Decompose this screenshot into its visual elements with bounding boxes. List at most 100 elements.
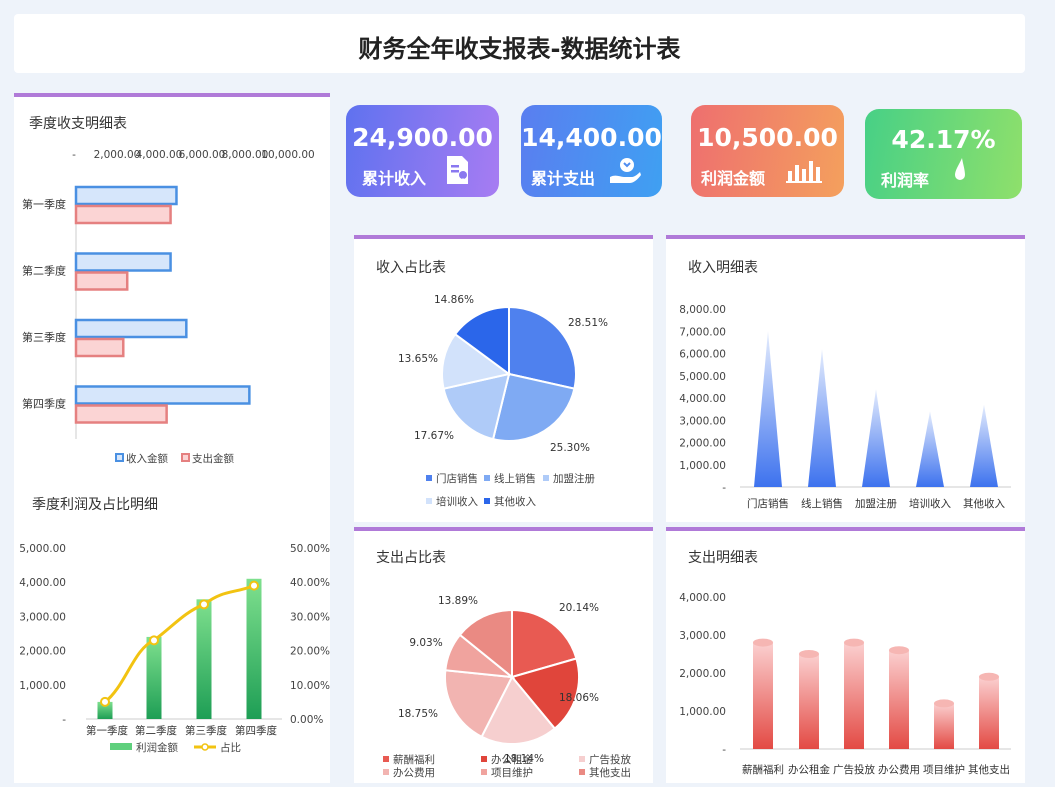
y2-tick-label: 40.00%: [290, 577, 330, 589]
category-label: 第一季度: [86, 724, 128, 737]
category-label: 办公租金: [788, 763, 830, 776]
legend-swatch-expense: [181, 453, 190, 462]
profit-chart-title: 季度利润及占比明细: [32, 497, 158, 513]
legend-label: 办公租金: [491, 753, 533, 766]
y-tick-label: 4,000.00: [19, 577, 66, 589]
slice-value-label: 20.14%: [559, 602, 599, 614]
legend-swatch: [383, 769, 389, 775]
slice-value-label: 18.75%: [398, 708, 438, 720]
kpi-card-income: 24,900.00 累计收入: [346, 105, 499, 197]
y-tick-label: 8,000.00: [679, 304, 726, 316]
category-label: 第一季度: [22, 197, 66, 211]
y-tick-label: 2,000.00: [679, 438, 726, 450]
x-tick-label: -: [72, 149, 76, 161]
income-bar: [862, 389, 890, 487]
expense-bar-cap: [889, 646, 909, 655]
hand-coin-icon: [608, 155, 642, 189]
slice-value-label: 13.65%: [398, 353, 438, 365]
expense-bar-cap: [844, 638, 864, 647]
category-label: 第四季度: [22, 397, 66, 411]
legend-swatch: [579, 769, 585, 775]
legend-swatch-income: [115, 453, 124, 462]
expense-pie-panel: 支出占比表 20.14% 18.06% 18.14% 18.75% 9.03% 13.89…: [354, 527, 653, 783]
legend-swatch: [484, 475, 490, 481]
y-tick-label: 6,000.00: [679, 349, 726, 361]
legend-label-income: 收入金额: [126, 452, 168, 465]
expense-detail-chart: 4,000.00 3,000.00 2,000.00 1,000.00 - 薪酬福利 办公租…: [679, 592, 1011, 776]
legend-swatch: [484, 498, 490, 504]
slice-value-label: 25.30%: [550, 442, 590, 454]
category-label: 第三季度: [185, 724, 227, 737]
expense-bar-cap: [934, 699, 954, 708]
expense-bar-cap: [799, 650, 819, 658]
income-bar: [74, 185, 178, 206]
y-tick-label: 3,000.00: [19, 611, 66, 623]
y-tick-label: 1,000.00: [679, 706, 726, 718]
invoice-icon: [445, 155, 471, 189]
profit-bar: [246, 578, 262, 719]
y-tick-label: 3,000.00: [679, 630, 726, 642]
expense-detail-panel: 支出明细表 4,000.00 3,000.00 2,000.00 1,000.00- 薪…: [666, 527, 1025, 783]
legend-swatch-profit: [110, 743, 132, 750]
y-tick-label: 1,000.00: [19, 680, 66, 692]
y2-tick-label: 0.00%: [290, 714, 323, 726]
legend-swatch: [426, 475, 432, 481]
y2-tick-label: 10.00%: [290, 680, 330, 692]
legend-label: 项目维护: [491, 766, 533, 779]
slice-value-label: 17.67%: [414, 430, 454, 442]
kpi-card-expense: 14,400.00 累计支出: [521, 105, 662, 197]
category-label: 其他支出: [968, 763, 1010, 776]
income-bar: [754, 331, 782, 487]
income-bar: [916, 411, 944, 487]
profit-chart: 5,000.00 4,000.00 3,000.00 2,000.00 1,000.00…: [19, 543, 330, 754]
kpi-value: 24,900.00: [352, 123, 493, 152]
y-tick-label: -: [62, 714, 66, 726]
category-label: 门店销售: [747, 497, 789, 510]
income-detail-panel: 收入明细表 8,000.00 7,000.00 6,000.00 5,000.00 4,…: [666, 235, 1025, 522]
legend-label-profit: 利润金额: [136, 741, 178, 754]
profit-bar: [146, 636, 162, 719]
kpi-label: 累计支出: [531, 169, 596, 188]
y2-tick-label: 20.00%: [290, 646, 330, 658]
legend-label: 薪酬福利: [393, 753, 435, 766]
expense-bar: [934, 703, 954, 749]
profit-bar: [196, 599, 212, 719]
legend-label: 其他收入: [494, 495, 536, 508]
category-label: 第四季度: [235, 724, 277, 737]
expense-bar: [753, 642, 773, 749]
legend-swatch: [481, 756, 487, 762]
y-tick-label: 7,000.00: [679, 326, 726, 338]
x-tick-label: 2,000.00: [94, 149, 141, 161]
slice-value-label: 18.06%: [559, 692, 599, 704]
ratio-point: [249, 580, 259, 591]
legend-label: 广告投放: [589, 753, 631, 766]
ratio-line: [104, 584, 255, 704]
slice-value-label: 28.51%: [568, 317, 608, 329]
legend-label: 其他支出: [589, 766, 631, 779]
y-tick-label: 5,000.00: [19, 543, 66, 555]
y-tick-label: 3,000.00: [679, 415, 726, 427]
income-detail-chart: 8,000.00 7,000.00 6,000.00 5,000.00 4,000.00…: [679, 304, 1011, 510]
header-panel: 财务全年收支报表-数据统计表: [14, 14, 1025, 73]
category-label: 其他收入: [963, 497, 1005, 510]
legend-label-expense: 支出金额: [192, 452, 234, 465]
legend-swatch: [481, 769, 487, 775]
slice-value-label: 13.89%: [438, 595, 478, 607]
expense-bar-cap: [753, 638, 773, 647]
y-tick-label: 4,000.00: [679, 393, 726, 405]
expense-bar: [74, 271, 129, 291]
kpi-label: 利润率: [881, 171, 930, 190]
legend-swatch: [426, 498, 432, 504]
expense-bar-cap: [979, 672, 999, 681]
quarter-chart-title: 季度收支明细表: [29, 116, 127, 132]
income-bar: [808, 349, 836, 487]
ratio-point: [100, 696, 110, 707]
income-pie-chart: 28.51% 25.30% 17.67% 13.65% 14.86% 门店销售 线上销售 加盟…: [398, 294, 608, 508]
kpi-value: 10,500.00: [697, 123, 838, 152]
page-title: 财务全年收支报表-数据统计表: [358, 35, 681, 63]
legend-label: 办公费用: [393, 766, 435, 779]
y-tick-label: 5,000.00: [679, 371, 726, 383]
expense-bar: [889, 650, 909, 749]
quarter-panel: 季度收支明细表 -2,000.00 4,000.00 6,000.00 8,000.0…: [14, 93, 330, 783]
ratio-point: [199, 599, 209, 610]
